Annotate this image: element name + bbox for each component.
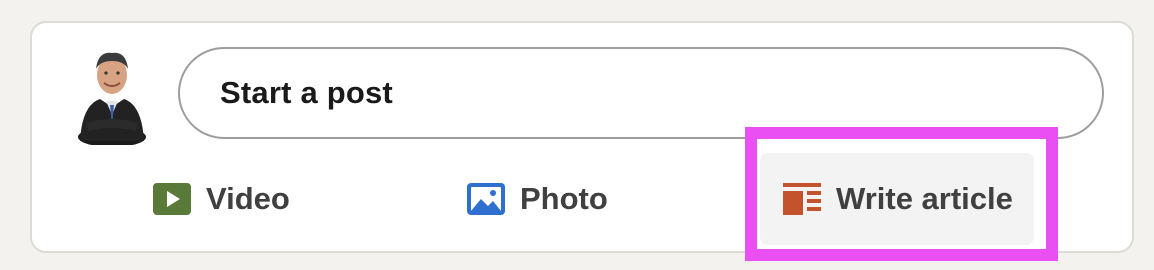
photo-icon	[466, 182, 506, 216]
video-icon	[152, 182, 192, 216]
write-article-button[interactable]: Write article	[760, 153, 1034, 245]
post-composer-card: Start a post Video Photo Write article	[30, 21, 1134, 253]
video-label: Video	[206, 181, 290, 216]
photo-button[interactable]: Photo	[466, 153, 608, 245]
article-icon	[782, 182, 822, 216]
video-button[interactable]: Video	[152, 153, 290, 245]
start-post-label: Start a post	[220, 75, 393, 110]
photo-label: Photo	[520, 181, 608, 216]
avatar-image	[78, 52, 146, 147]
avatar[interactable]	[76, 45, 148, 147]
start-post-input[interactable]: Start a post	[178, 47, 1104, 139]
write-article-label: Write article	[836, 181, 1013, 216]
